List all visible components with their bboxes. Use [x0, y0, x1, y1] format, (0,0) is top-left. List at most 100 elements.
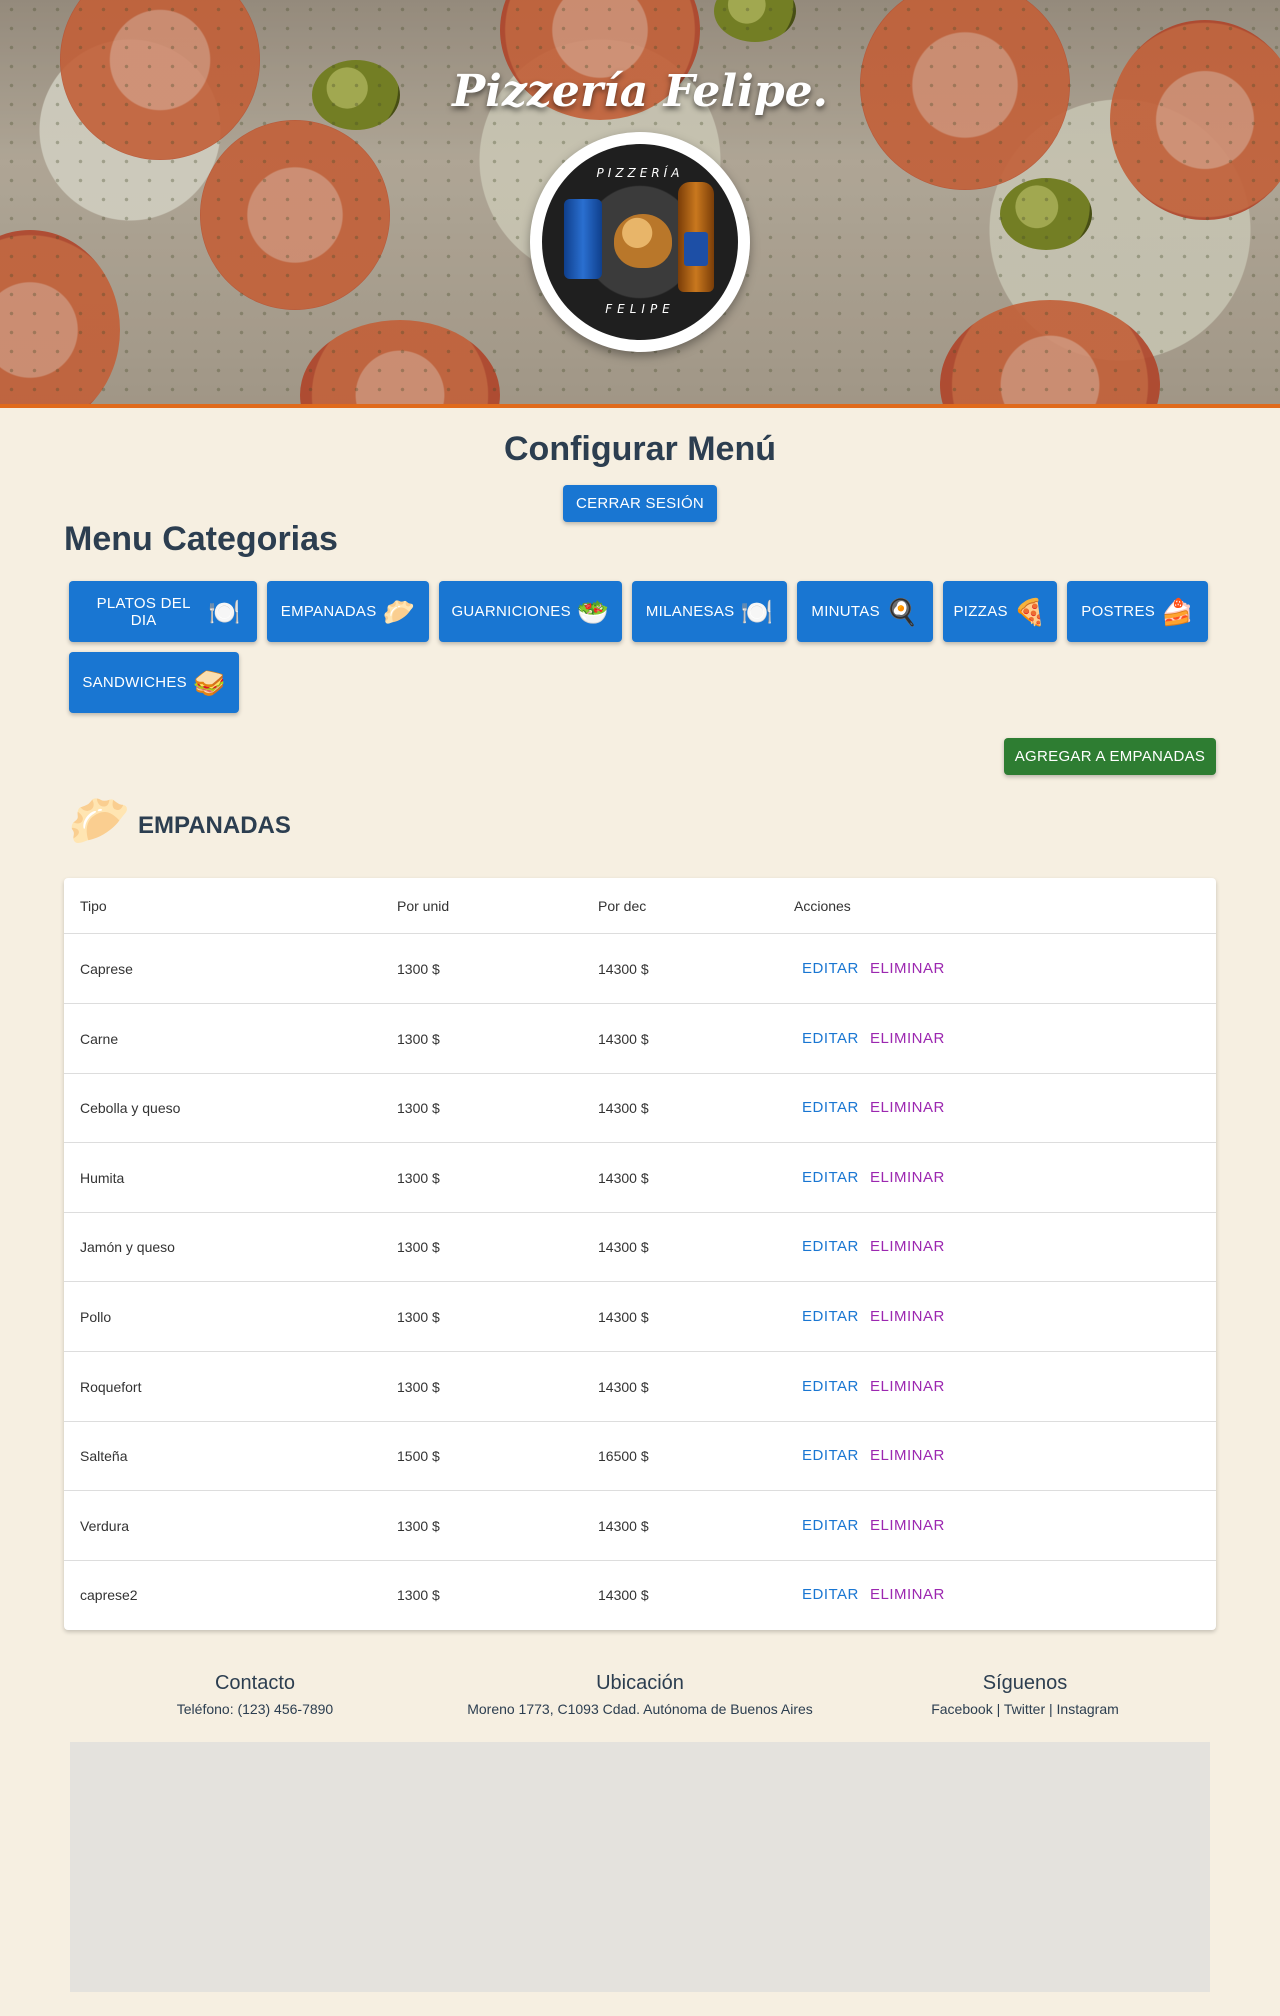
cell-tipo: Verdura [80, 1517, 130, 1534]
categories-heading: Menu Categorias [64, 520, 338, 558]
hero-banner: Pizzería Felipe. PIZZERÍA FELIPE [0, 0, 1280, 408]
table-header: Tipo Por unid Por dec Acciones [64, 878, 1216, 934]
edit-button[interactable]: EDITAR [802, 1308, 859, 1325]
logout-button[interactable]: CERRAR SESIÓN [563, 485, 717, 522]
delete-button[interactable]: ELIMINAR [870, 1447, 945, 1464]
sandwich-icon: 🥪 [193, 667, 226, 698]
cell-por-unid: 1300 $ [397, 1517, 440, 1534]
empanada-icon: 🥟 [382, 596, 416, 627]
pizza-icon: 🍕 [1013, 596, 1047, 627]
delete-button[interactable]: ELIMINAR [870, 1308, 945, 1325]
empanada-icon [614, 214, 672, 268]
table-row: Verdura 1300 $ 14300 $ EDITAR ELIMINAR [64, 1491, 1216, 1561]
table-row: Humita 1300 $ 14300 $ EDITAR ELIMINAR [64, 1143, 1216, 1213]
cell-por-dec: 14300 $ [598, 1309, 649, 1325]
cell-por-unid: 1300 $ [397, 1030, 440, 1047]
cell-por-dec: 14300 $ [598, 1587, 649, 1604]
category-label: PIZZAS [953, 603, 1008, 620]
separator: | [1045, 1701, 1057, 1717]
category-postres-button[interactable]: POSTRES 🍰 [1067, 581, 1208, 642]
category-label: EMPANADAS [280, 603, 377, 620]
separator: | [992, 1701, 1004, 1717]
beer-bottle-icon [678, 182, 714, 292]
cell-tipo: Jamón y queso [80, 1239, 175, 1256]
footer-location-title: Ubicación [596, 1672, 684, 1694]
section-title: EMPANADAS [138, 812, 291, 839]
edit-button[interactable]: EDITAR [802, 1447, 859, 1464]
footer-location: Ubicación Moreno 1773, C1093 Cdad. Autón… [440, 1672, 840, 1717]
category-empanadas-button[interactable]: EMPANADAS 🥟 [267, 581, 429, 642]
category-milanesas-button[interactable]: MILANESAS 🍽️ [632, 581, 787, 642]
edit-button[interactable]: EDITAR [802, 1517, 859, 1534]
facebook-link[interactable]: Facebook [931, 1701, 992, 1717]
twitter-link[interactable]: Twitter [1004, 1701, 1045, 1717]
edit-button[interactable]: EDITAR [802, 1378, 859, 1395]
cell-por-dec: 14300 $ [598, 1100, 649, 1117]
plate-cutlery-icon: 🍽️ [740, 596, 774, 627]
cell-por-dec: 14300 $ [598, 961, 649, 977]
brand-logo[interactable]: PIZZERÍA FELIPE [530, 132, 750, 352]
footer-social: Síguenos Facebook | Twitter | Instagram [825, 1672, 1225, 1717]
empanada-icon: 🥟 [68, 793, 131, 849]
add-to-empanadas-button[interactable]: AGREGAR A EMPANADAS [1004, 738, 1216, 775]
table-row: Carne 1300 $ 14300 $ EDITAR ELIMINAR [64, 1004, 1216, 1074]
delete-button[interactable]: ELIMINAR [870, 1238, 945, 1255]
cell-tipo: Caprese [80, 961, 133, 977]
edit-button[interactable]: EDITAR [802, 1586, 859, 1603]
logo-bottom-text: FELIPE [605, 302, 675, 316]
cell-tipo: Carne [80, 1030, 119, 1047]
edit-button[interactable]: EDITAR [802, 1238, 859, 1255]
delete-button[interactable]: ELIMINAR [870, 1378, 945, 1395]
footer-social-links: Facebook | Twitter | Instagram [825, 1701, 1225, 1717]
category-platos-del-dia-button[interactable]: PLATOS DEL DIA 🍽️ [69, 581, 257, 642]
cake-icon: 🍰 [1161, 596, 1194, 627]
logo-top-text: PIZZERÍA [596, 166, 684, 180]
cell-por-unid: 1300 $ [397, 1169, 440, 1186]
cell-tipo: Cebolla y queso [80, 1100, 181, 1117]
cell-por-dec: 16500 $ [598, 1448, 649, 1465]
cell-por-unid: 1300 $ [397, 1309, 440, 1325]
edit-button[interactable]: EDITAR [802, 1169, 859, 1186]
delete-button[interactable]: ELIMINAR [870, 1586, 945, 1603]
frying-pan-icon: 🍳 [885, 596, 919, 627]
cell-por-unid: 1300 $ [397, 1587, 440, 1604]
delete-button[interactable]: ELIMINAR [870, 1517, 945, 1534]
category-sandwiches-button[interactable]: SANDWICHES 🥪 [69, 652, 239, 713]
edit-button[interactable]: EDITAR [802, 1030, 859, 1047]
cell-por-unid: 1300 $ [397, 1378, 440, 1395]
beer-can-icon [564, 199, 602, 279]
table-row: Roquefort 1300 $ 14300 $ EDITAR ELIMINAR [64, 1352, 1216, 1422]
delete-button[interactable]: ELIMINAR [870, 1099, 945, 1116]
delete-button[interactable]: ELIMINAR [870, 1030, 945, 1047]
cell-por-unid: 1300 $ [397, 1239, 440, 1256]
category-label: GUARNICIONES [451, 603, 571, 620]
page-title: Configurar Menú [504, 430, 776, 468]
cell-por-dec: 14300 $ [598, 1378, 649, 1395]
delete-button[interactable]: ELIMINAR [870, 1169, 945, 1186]
cell-por-dec: 14300 $ [598, 1239, 649, 1256]
category-label: PLATOS DEL DIA [96, 594, 191, 629]
edit-button[interactable]: EDITAR [802, 1099, 859, 1116]
cell-tipo: Salteña [80, 1448, 128, 1465]
plate-cutlery-icon: 🍽️ [208, 596, 241, 627]
footer-phone: Teléfono: (123) 456-7890 [176, 1701, 334, 1717]
category-minutas-button[interactable]: MINUTAS 🍳 [797, 581, 933, 642]
table-row: Salteña 1500 $ 16500 $ EDITAR ELIMINAR [64, 1421, 1216, 1492]
empanadas-table: Tipo Por unid Por dec Acciones Caprese 13… [64, 878, 1216, 1630]
table-row: Caprese 1300 $ 14300 $ EDITAR ELIMINAR [64, 934, 1216, 1004]
category-guarniciones-button[interactable]: GUARNICIONES 🥗 [439, 581, 622, 642]
footer-contact: Contacto Teléfono: (123) 456-7890 [55, 1672, 455, 1717]
category-pizzas-button[interactable]: PIZZAS 🍕 [943, 581, 1057, 642]
table-row: caprese2 1300 $ 14300 $ EDITAR ELIMINAR [64, 1560, 1216, 1630]
column-header-por-dec: Por dec [598, 898, 647, 914]
cell-por-dec: 14300 $ [598, 1030, 649, 1047]
table-row: Pollo 1300 $ 14300 $ EDITAR ELIMINAR [64, 1282, 1216, 1352]
category-label: MINUTAS [811, 603, 880, 620]
column-header-tipo: Tipo [80, 898, 107, 914]
cell-por-unid: 1300 $ [397, 1100, 440, 1117]
instagram-link[interactable]: Instagram [1057, 1701, 1119, 1717]
edit-button[interactable]: EDITAR [802, 960, 859, 977]
map-embed[interactable] [70, 1742, 1210, 1992]
delete-button[interactable]: ELIMINAR [870, 960, 945, 977]
cell-por-unid: 1500 $ [397, 1448, 440, 1465]
